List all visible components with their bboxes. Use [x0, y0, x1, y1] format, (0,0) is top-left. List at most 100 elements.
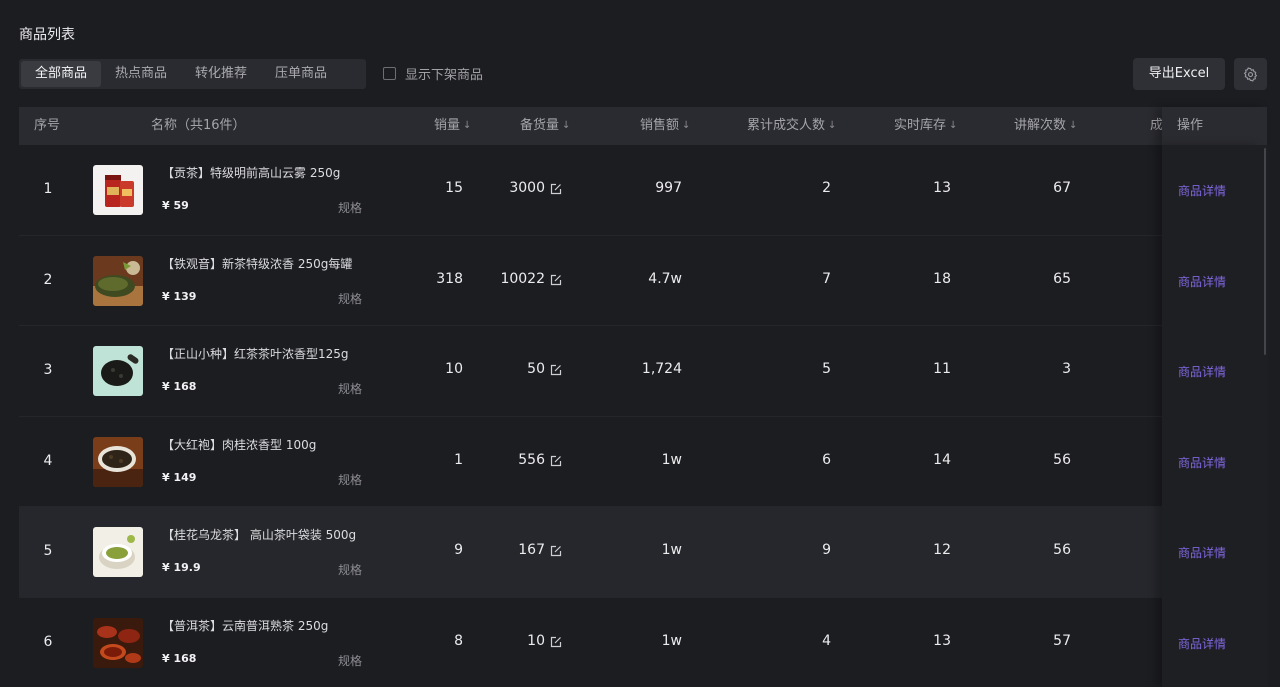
buyer-count: 6 [822, 451, 831, 468]
column-header-explain[interactable]: 讲解次数 ↓ [1014, 107, 1077, 145]
black-tea-spoon-image [93, 346, 143, 396]
tab-backlog-products[interactable]: 压单商品 [261, 61, 341, 87]
edit-icon[interactable] [550, 183, 562, 195]
row-index: 5 [43, 543, 53, 559]
sales-count: 318 [436, 270, 463, 287]
table-row: 5 【桂花乌龙茶】 高山茶叶袋装 500g ¥ 19.9 规格 9 167 1w… [19, 507, 1262, 598]
oolong-cup-image [93, 436, 143, 487]
sales-amount: 1w [661, 632, 682, 649]
sort-icon: ↓ [1069, 120, 1078, 131]
sort-icon: ↓ [463, 120, 472, 131]
explain-count: 3 [1062, 361, 1071, 377]
edit-icon[interactable] [550, 636, 562, 648]
prep-stock: 3000 [509, 180, 545, 196]
product-thumbnail[interactable] [93, 527, 143, 577]
product-name: 【贡茶】特级明前高山云雾 250g [162, 166, 341, 180]
row-index: 4 [43, 452, 53, 469]
product-price: ¥ 168 [162, 380, 197, 393]
table-header: 序号 名称（共16件） 销量 ↓ 备货量 ↓ 销售额 ↓ 累计成交人数 ↓ 实时库存 ↓ … [19, 107, 1267, 145]
prep-stock: 50 [527, 361, 545, 377]
settings-button[interactable] [1234, 58, 1267, 90]
prep-stock: 10 [527, 632, 545, 649]
sales-count: 8 [454, 632, 463, 649]
table-row: 2 【铁观音】新茶特级浓香 250g每罐 ¥ 139 规格 318 10022 … [19, 236, 1262, 326]
column-header-prep-stock[interactable]: 备货量 ↓ [520, 107, 570, 145]
product-thumbnail[interactable] [93, 436, 143, 487]
realtime-inventory: 12 [933, 542, 951, 558]
sales-amount: 1,724 [641, 361, 682, 377]
sort-icon: ↓ [682, 120, 691, 131]
buyer-count: 4 [822, 632, 831, 649]
tab-all-products[interactable]: 全部商品 [21, 61, 102, 87]
column-header-amount[interactable]: 销售额 ↓ [640, 107, 690, 145]
product-thumbnail[interactable] [93, 346, 143, 396]
realtime-inventory: 13 [933, 632, 951, 649]
product-thumbnail[interactable] [93, 165, 143, 215]
realtime-inventory: 11 [933, 361, 951, 377]
product-table-body: 1 【贡茶】特级明前高山云雾 250g ¥ 59 规格 15 3000 997 … [19, 145, 1262, 687]
column-header-name: 名称（共16件） [151, 118, 246, 133]
prep-stock: 167 [518, 542, 545, 558]
show-offshelf-toggle[interactable]: 显示下架商品 [383, 64, 483, 83]
product-thumbnail[interactable] [93, 617, 143, 668]
table-row: 4 【大红袍】肉桂浓香型 100g ¥ 149 规格 1 556 1w 6 14… [19, 417, 1262, 507]
edit-icon[interactable] [550, 455, 562, 467]
product-thumbnail[interactable] [93, 255, 143, 306]
table-row: 1 【贡茶】特级明前高山云雾 250g ¥ 59 规格 15 3000 997 … [19, 145, 1262, 236]
realtime-inventory: 18 [933, 270, 951, 287]
product-price: ¥ 19.9 [162, 561, 201, 574]
realtime-inventory: 13 [933, 180, 951, 196]
edit-icon[interactable] [550, 545, 562, 557]
product-price: ¥ 139 [162, 289, 197, 303]
sales-amount: 4.7w [648, 270, 682, 287]
sort-icon: ↓ [828, 120, 837, 131]
product-spec-link[interactable]: 规格 [338, 652, 362, 669]
page-title: 商品列表 [19, 27, 75, 43]
product-detail-link[interactable]: 商品详情 [1178, 273, 1226, 290]
vertical-scrollbar[interactable] [1262, 145, 1268, 687]
sales-amount: 1w [661, 542, 682, 558]
table-row: 6 【普洱茶】云南普洱熟茶 250g ¥ 168 规格 8 10 1w 4 13… [19, 598, 1262, 687]
product-detail-link[interactable]: 商品详情 [1178, 182, 1226, 199]
product-name: 【桂花乌龙茶】 高山茶叶袋装 500g [162, 528, 357, 542]
product-spec-link[interactable]: 规格 [338, 199, 362, 216]
tab-hot-products[interactable]: 热点商品 [101, 61, 181, 87]
tea-can-image [93, 165, 143, 215]
product-spec-link[interactable]: 规格 [338, 290, 362, 307]
product-spec-link[interactable]: 规格 [338, 471, 362, 488]
product-name: 【大红袍】肉桂浓香型 100g [162, 437, 317, 452]
prep-stock: 556 [518, 451, 545, 468]
realtime-inventory: 14 [933, 451, 951, 468]
export-excel-button[interactable]: 导出Excel [1133, 58, 1225, 90]
column-header-inventory[interactable]: 实时库存 ↓ [894, 107, 957, 145]
row-index: 3 [43, 362, 53, 378]
prep-stock: 10022 [500, 270, 545, 287]
product-name: 【普洱茶】云南普洱熟茶 250g [162, 618, 329, 633]
sales-count: 9 [454, 542, 463, 558]
product-price: ¥ 168 [162, 651, 197, 665]
column-header-sales[interactable]: 销量 ↓ [434, 107, 471, 145]
scrollbar-thumb[interactable] [1264, 148, 1266, 355]
show-offshelf-label: 显示下架商品 [405, 68, 484, 83]
explain-count: 56 [1053, 451, 1071, 468]
buyer-count: 2 [822, 180, 831, 196]
column-header-index: 序号 [34, 118, 61, 133]
product-detail-link[interactable]: 商品详情 [1178, 363, 1226, 380]
show-offshelf-checkbox[interactable] [383, 67, 396, 80]
product-detail-link[interactable]: 商品详情 [1178, 454, 1226, 471]
sort-icon: ↓ [949, 120, 958, 131]
row-index: 2 [43, 271, 53, 288]
puer-cups-image [93, 617, 143, 668]
product-detail-link[interactable]: 商品详情 [1178, 635, 1226, 652]
edit-icon[interactable] [550, 274, 562, 286]
column-header-buyers[interactable]: 累计成交人数 ↓ [747, 107, 836, 145]
product-price: ¥ 59 [162, 199, 189, 212]
explain-count: 65 [1053, 270, 1071, 287]
product-spec-link[interactable]: 规格 [338, 380, 362, 397]
product-detail-link[interactable]: 商品详情 [1178, 544, 1226, 561]
product-spec-link[interactable]: 规格 [338, 561, 362, 578]
tab-conversion-recommend[interactable]: 转化推荐 [181, 61, 261, 87]
edit-icon[interactable] [550, 364, 562, 376]
buyer-count: 5 [822, 361, 831, 377]
row-index: 6 [43, 633, 53, 650]
